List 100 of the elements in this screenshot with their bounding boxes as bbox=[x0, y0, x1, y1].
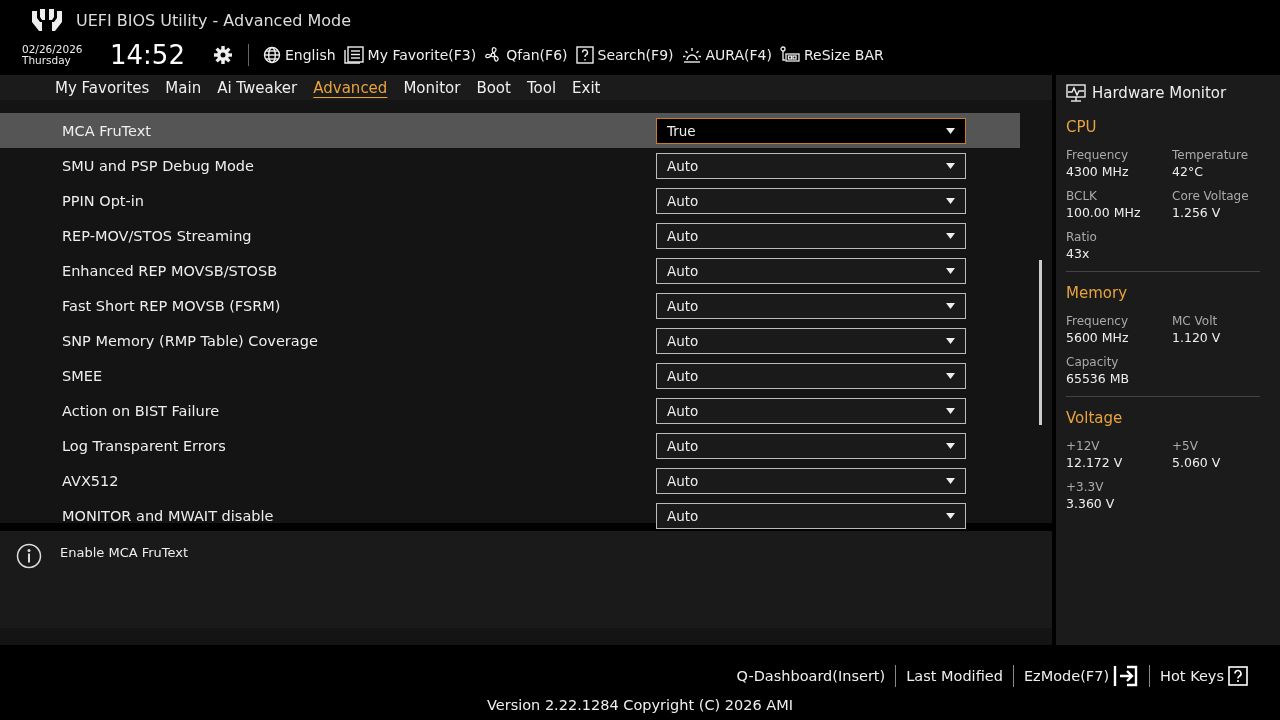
setting-row[interactable]: AVX512 Auto bbox=[0, 463, 1020, 498]
version-text: Version 2.22.1284 Copyright (C) 2026 AMI bbox=[485, 697, 795, 713]
stat-value: 3.360 V bbox=[1066, 496, 1116, 511]
scrollbar[interactable] bbox=[1039, 260, 1042, 425]
stat-label: Frequency bbox=[1066, 148, 1129, 162]
caret-icon bbox=[946, 407, 955, 414]
stat-value: 65536 MB bbox=[1066, 371, 1131, 386]
caret-icon bbox=[946, 232, 955, 239]
logo-icon bbox=[32, 9, 62, 31]
stat-value: 43x bbox=[1066, 246, 1091, 261]
dropdown[interactable]: Auto bbox=[656, 187, 966, 214]
fan-button[interactable]: Qfan(F6) bbox=[484, 46, 568, 64]
search-button[interactable]: Search(F9) bbox=[575, 46, 674, 64]
caret-icon bbox=[946, 162, 955, 169]
stat-label: Frequency bbox=[1066, 314, 1129, 328]
nav-tab[interactable]: Main bbox=[157, 75, 210, 100]
stat-label: +5V bbox=[1172, 439, 1199, 453]
stat-label: Core Voltage bbox=[1172, 189, 1250, 203]
footer-button[interactable]: EzMode(F7) bbox=[1013, 665, 1150, 687]
dropdown[interactable]: Auto bbox=[656, 502, 966, 529]
stat-value: 5.060 V bbox=[1172, 455, 1222, 470]
caret-icon bbox=[946, 372, 955, 379]
dropdown[interactable]: Auto bbox=[656, 432, 966, 459]
dropdown[interactable]: True bbox=[656, 117, 966, 144]
nav-tab[interactable]: Tool bbox=[518, 75, 565, 100]
card-icon bbox=[779, 46, 800, 64]
setting-row[interactable]: PPIN Opt-in Auto bbox=[0, 183, 1020, 218]
stat-label: BCLK bbox=[1066, 189, 1098, 203]
stat-label: +3.3V bbox=[1066, 480, 1105, 494]
question-icon bbox=[575, 46, 594, 64]
nav-tab[interactable]: Boot bbox=[468, 75, 519, 100]
nav-tab[interactable]: Advanced bbox=[305, 75, 396, 100]
setting-row[interactable]: MONITOR and MWAIT disable Auto bbox=[0, 498, 1020, 533]
caret-icon bbox=[946, 302, 955, 309]
setting-row[interactable]: SNP Memory (RMP Table) Coverage Auto bbox=[0, 323, 1020, 358]
setting-label: SNP Memory (RMP Table) Coverage bbox=[62, 332, 319, 349]
caret-icon bbox=[946, 197, 955, 204]
dropdown[interactable]: Auto bbox=[656, 222, 966, 249]
footer-button[interactable]: Hot Keys bbox=[1150, 666, 1258, 686]
info-icon bbox=[16, 543, 42, 569]
settings-icon[interactable] bbox=[214, 46, 232, 64]
panel-title: Hardware Monitor bbox=[1092, 83, 1227, 102]
stat-value: 4300 MHz bbox=[1066, 164, 1130, 179]
setting-row[interactable]: Enhanced REP MOVSB/STOSB Auto bbox=[0, 253, 1020, 288]
setting-label: AVX512 bbox=[62, 472, 120, 489]
monitor-icon bbox=[1066, 83, 1086, 102]
setting-label: MCA FruText bbox=[62, 122, 152, 139]
dropdown[interactable]: Auto bbox=[656, 362, 966, 389]
caret-icon bbox=[946, 442, 955, 449]
date-text: 02/26/2026 bbox=[22, 44, 84, 55]
caret-icon bbox=[946, 337, 955, 344]
dropdown[interactable]: Auto bbox=[656, 467, 966, 494]
stat-value: 1.256 V bbox=[1172, 205, 1222, 220]
dropdown[interactable]: Auto bbox=[656, 327, 966, 354]
setting-label: SMU and PSP Debug Mode bbox=[62, 157, 255, 174]
setting-label: Log Transparent Errors bbox=[62, 437, 227, 454]
dropdown[interactable]: Auto bbox=[656, 152, 966, 179]
list-icon bbox=[343, 46, 364, 64]
help-icon bbox=[1228, 666, 1248, 686]
setting-row[interactable]: Fast Short REP MOVSB (FSRM) Auto bbox=[0, 288, 1020, 323]
nav-tab[interactable]: Monitor bbox=[395, 75, 469, 100]
section-title: CPU bbox=[1066, 118, 1098, 136]
dropdown[interactable]: Auto bbox=[656, 257, 966, 284]
favorite-button[interactable]: My Favorite(F3) bbox=[343, 46, 477, 64]
setting-label: MONITOR and MWAIT disable bbox=[62, 507, 275, 524]
dropdown[interactable]: Auto bbox=[656, 397, 966, 424]
setting-row[interactable]: SMU and PSP Debug Mode Auto bbox=[0, 148, 1020, 183]
setting-label: Enhanced REP MOVSB/STOSB bbox=[62, 262, 279, 279]
footer-button[interactable]: Q-Dashboard(Insert) bbox=[726, 668, 896, 684]
stat-value: 100.00 MHz bbox=[1066, 205, 1142, 220]
setting-row[interactable]: Action on BIST Failure Auto bbox=[0, 393, 1020, 428]
section-title: Voltage bbox=[1066, 409, 1124, 427]
setting-row[interactable]: Log Transparent Errors Auto bbox=[0, 428, 1020, 463]
nav-tab[interactable]: Exit bbox=[564, 75, 609, 100]
day-text: Thursday bbox=[22, 55, 72, 66]
dropdown[interactable]: Auto bbox=[656, 292, 966, 319]
stat-value: 12.172 V bbox=[1066, 455, 1124, 470]
stat-label: Capacity bbox=[1066, 355, 1120, 369]
aura-button[interactable]: AURA(F4) bbox=[681, 46, 772, 64]
language-button[interactable]: English bbox=[263, 46, 336, 64]
nav-tab[interactable]: My Favorites bbox=[47, 75, 158, 100]
clock-time: 14:52 bbox=[110, 40, 186, 70]
setting-label: PPIN Opt-in bbox=[62, 192, 145, 209]
setting-row[interactable]: MCA FruText True bbox=[0, 113, 1020, 148]
setting-label: Fast Short REP MOVSB (FSRM) bbox=[62, 297, 282, 314]
caret-icon bbox=[946, 267, 955, 274]
nav-tab[interactable]: Ai Tweaker bbox=[209, 75, 306, 100]
stat-value: 42°C bbox=[1172, 164, 1204, 179]
stat-value: 5600 MHz bbox=[1066, 330, 1130, 345]
resize-button[interactable]: ReSize BAR bbox=[779, 46, 884, 64]
setting-row[interactable]: REP-MOV/STOS Streaming Auto bbox=[0, 218, 1020, 253]
help-text: Enable MCA FruText bbox=[60, 544, 189, 560]
caret-icon bbox=[946, 512, 955, 519]
exit-icon bbox=[1113, 665, 1140, 687]
setting-row[interactable]: SMEE Auto bbox=[0, 358, 1020, 393]
setting-label: Action on BIST Failure bbox=[62, 402, 221, 419]
footer-button[interactable]: Last Modified bbox=[896, 668, 1013, 684]
setting-label: REP-MOV/STOS Streaming bbox=[62, 227, 253, 244]
globe-icon bbox=[263, 46, 281, 64]
setting-label: SMEE bbox=[62, 367, 104, 384]
